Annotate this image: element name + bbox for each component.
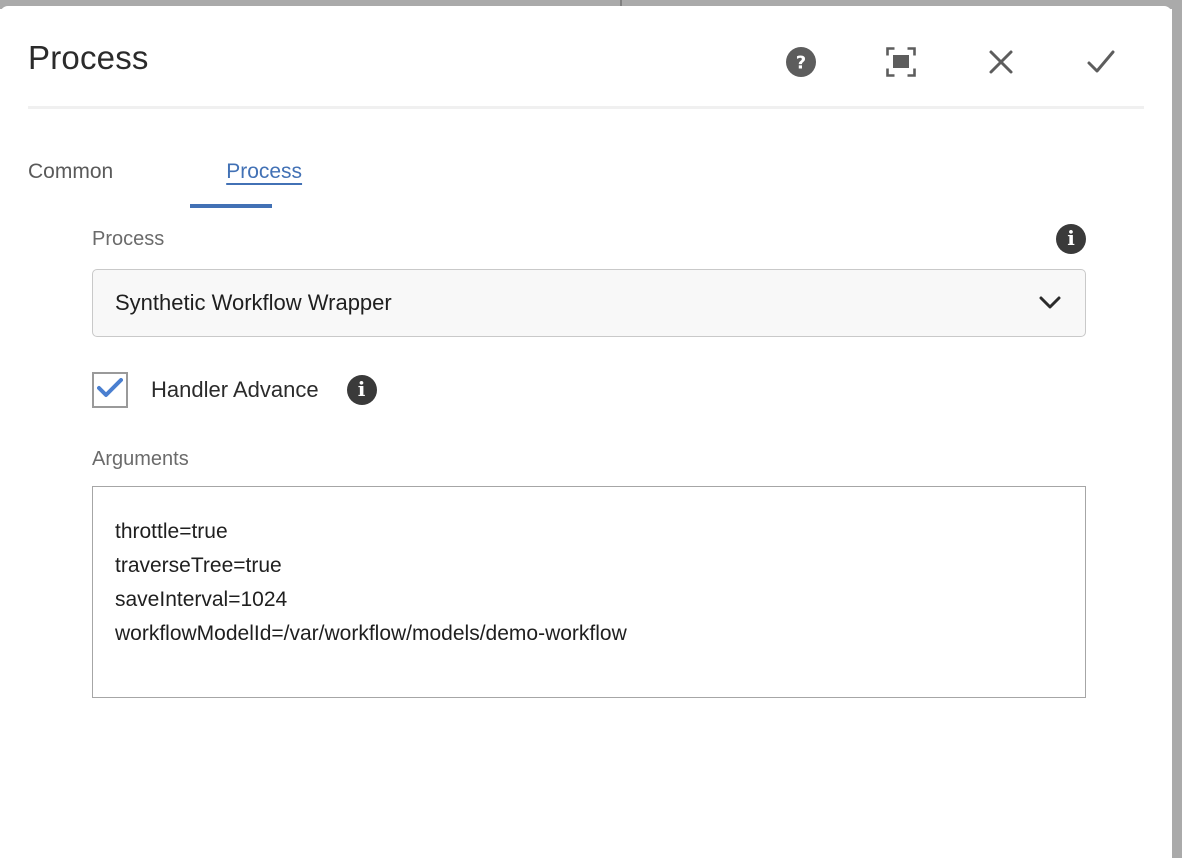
header-divider bbox=[28, 106, 1144, 109]
process-select-value: Synthetic Workflow Wrapper bbox=[115, 290, 392, 315]
handler-advance-info-icon-glyph: i bbox=[357, 377, 366, 401]
arguments-textarea[interactable]: throttle=true traverseTree=true saveInte… bbox=[92, 486, 1086, 698]
process-select[interactable]: Synthetic Workflow Wrapper bbox=[92, 269, 1086, 337]
handler-advance-row: Handler Advance i bbox=[92, 372, 1086, 408]
tab-process[interactable]: Process bbox=[226, 158, 302, 190]
svg-text:?: ? bbox=[796, 52, 806, 73]
check-icon bbox=[1084, 45, 1118, 82]
active-tab-indicator bbox=[190, 204, 272, 208]
close-button[interactable] bbox=[982, 44, 1020, 82]
help-icon: ? bbox=[786, 46, 816, 80]
process-label: Process bbox=[92, 228, 165, 250]
dialog-screen: Process ? Common Process Process i Synth… bbox=[0, 0, 1182, 858]
process-info-icon[interactable]: i bbox=[1056, 224, 1086, 254]
handler-advance-info-icon[interactable]: i bbox=[346, 375, 377, 405]
handler-advance-checkbox[interactable] bbox=[92, 372, 128, 408]
process-field-header: Process i bbox=[92, 224, 1086, 254]
arguments-label: Arguments bbox=[92, 448, 189, 470]
window-chrome-right-strip bbox=[1172, 0, 1182, 858]
help-button[interactable]: ? bbox=[782, 44, 820, 82]
dialog-header: Process ? bbox=[0, 6, 1172, 109]
chevron-down-icon bbox=[1039, 296, 1061, 310]
process-form: Process i Synthetic Workflow Wrapper Han… bbox=[92, 224, 1086, 698]
process-info-icon-glyph: i bbox=[1067, 226, 1075, 250]
checkmark-icon bbox=[97, 377, 123, 403]
confirm-button[interactable] bbox=[1082, 44, 1120, 82]
handler-advance-label: Handler Advance bbox=[151, 377, 319, 402]
tab-bar: Common Process bbox=[28, 158, 302, 190]
process-dialog-panel: Process ? Common Process Process i Synth… bbox=[0, 6, 1172, 858]
close-icon bbox=[985, 46, 1017, 81]
fullscreen-button[interactable] bbox=[882, 44, 920, 82]
page-title: Process bbox=[28, 39, 149, 76]
tab-common[interactable]: Common bbox=[28, 158, 113, 190]
header-actions: ? bbox=[782, 44, 1120, 82]
fullscreen-icon bbox=[885, 46, 917, 81]
